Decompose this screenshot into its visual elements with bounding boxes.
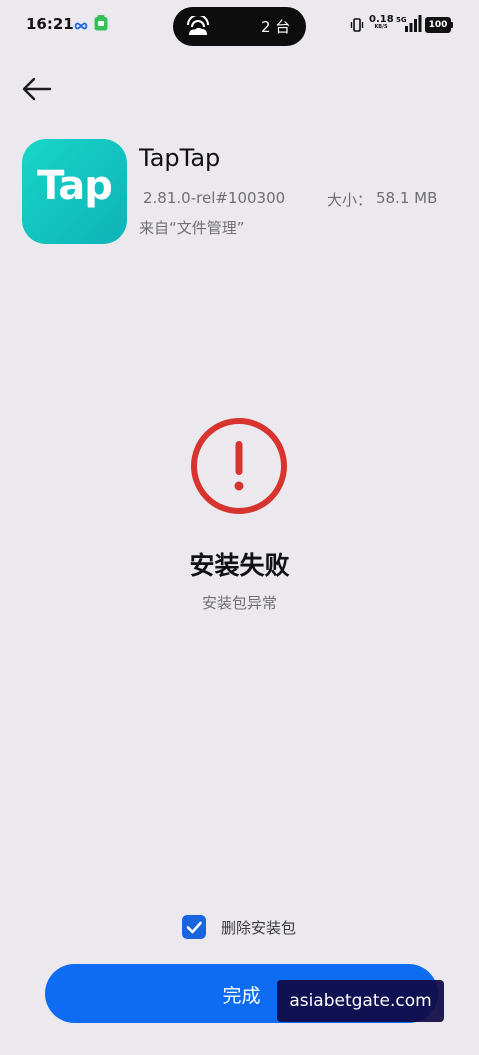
app-name: TapTap bbox=[139, 144, 221, 172]
watermark: asiabetgate.com bbox=[277, 980, 444, 1022]
status-bar: 16:21 2 台 0.18 KB/S 5G 100 bbox=[0, 0, 479, 52]
install-failed-description: 安装包异常 bbox=[201, 594, 277, 612]
dynamic-island[interactable]: 2 台 bbox=[173, 7, 306, 46]
5g-signal-icon: 5G bbox=[396, 15, 422, 37]
back-button[interactable] bbox=[18, 72, 56, 106]
app-version: 2.81.0-rel#100300 bbox=[143, 189, 286, 207]
exclamation-circle-icon bbox=[190, 417, 288, 515]
delete-package-label: 删除安装包 bbox=[221, 919, 297, 937]
cloud-hotspot-icon bbox=[185, 14, 211, 40]
battery-tip bbox=[451, 22, 453, 28]
green-app-notification-icon bbox=[94, 15, 108, 35]
svg-text:5G: 5G bbox=[396, 16, 407, 24]
infinity-link-icon bbox=[74, 17, 88, 36]
app-size: 58.1 MB bbox=[376, 189, 438, 207]
app-source: 来自“文件管理” bbox=[139, 219, 245, 237]
install-failed-title: 安装失败 bbox=[189, 551, 290, 580]
checkmark-icon bbox=[186, 921, 202, 934]
connected-devices-count: 2 台 bbox=[261, 18, 291, 36]
battery-indicator: 100 bbox=[425, 17, 451, 33]
app-icon: Tap bbox=[22, 139, 127, 244]
status-time: 16:21 bbox=[26, 15, 74, 33]
app-icon-text: Tap bbox=[37, 163, 113, 209]
app-size-label: 大小： bbox=[327, 191, 373, 209]
delete-package-checkbox[interactable] bbox=[182, 915, 206, 939]
network-speed: 0.18 KB/S bbox=[369, 14, 394, 30]
vibrate-icon bbox=[350, 17, 364, 36]
arrow-left-icon bbox=[18, 77, 56, 110]
